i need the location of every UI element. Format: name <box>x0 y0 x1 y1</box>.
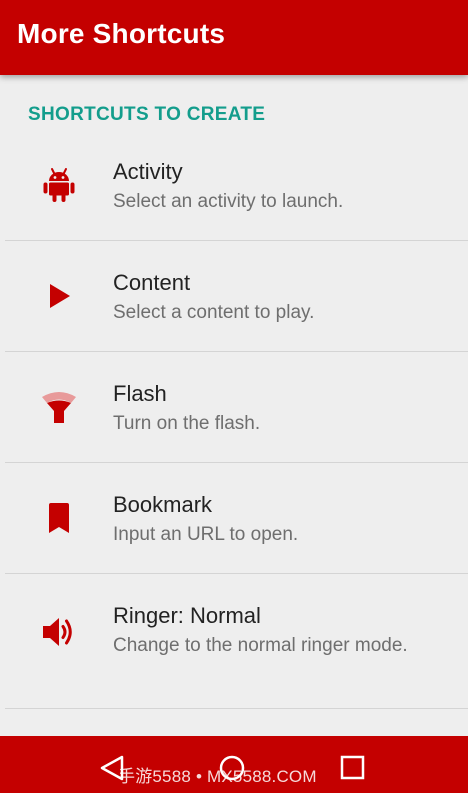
shortcut-title: Bookmark <box>113 492 213 517</box>
shortcut-title: Activity <box>113 159 183 184</box>
volume-icon <box>39 612 79 652</box>
flashlight-icon <box>39 387 79 427</box>
shortcut-item-content[interactable]: Content Select a content to play. <box>0 241 468 352</box>
bookmark-icon <box>39 498 79 538</box>
shortcut-subtitle: Turn on the flash. <box>113 413 261 434</box>
page-title: More Shortcuts <box>17 18 226 49</box>
shortcut-subtitle: Input an URL to open. <box>113 524 299 545</box>
shortcut-list: Activity Select an activity to launch. C… <box>0 130 468 709</box>
app-screen: More Shortcuts SHORTCUTS TO CREATE Activ… <box>0 0 468 793</box>
shortcut-item-flash[interactable]: Flash Turn on the flash. <box>0 352 468 463</box>
play-icon <box>39 276 79 316</box>
shortcut-subtitle: Change to the normal ringer mode. <box>113 635 408 656</box>
shortcut-title: Ringer: Normal <box>113 603 261 628</box>
section-header: SHORTCUTS TO CREATE <box>28 104 266 125</box>
system-navigation-bar: 手游5588 • MX5588.COM <box>0 736 468 793</box>
shortcut-item-ringer-normal[interactable]: Ringer: Normal Change to the normal ring… <box>0 574 468 709</box>
shortcut-subtitle: Select an activity to launch. <box>113 191 344 212</box>
shortcut-item-activity[interactable]: Activity Select an activity to launch. <box>0 130 468 241</box>
shortcut-title: Content <box>113 270 191 295</box>
divider <box>5 708 468 709</box>
android-icon <box>39 165 79 205</box>
watermark-text: 手游5588 • MX5588.COM <box>118 767 317 786</box>
app-toolbar: More Shortcuts <box>0 0 468 75</box>
shortcut-item-bookmark[interactable]: Bookmark Input an URL to open. <box>0 463 468 574</box>
shortcut-title: Flash <box>113 381 167 406</box>
shortcut-subtitle: Select a content to play. <box>113 302 315 323</box>
recents-icon[interactable] <box>339 754 367 782</box>
